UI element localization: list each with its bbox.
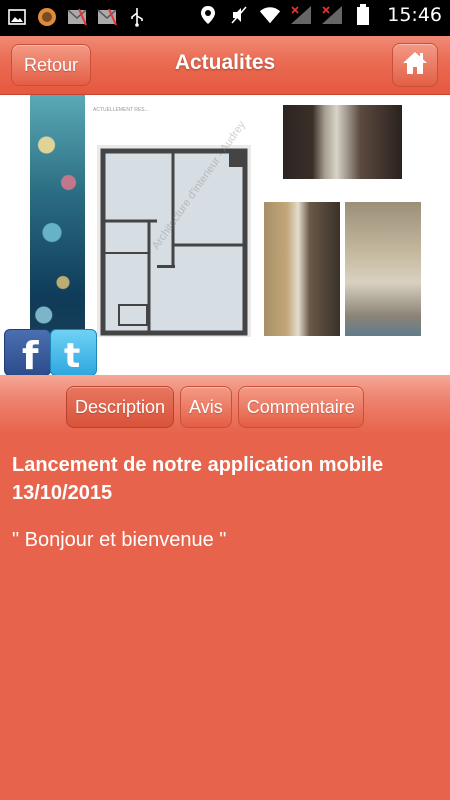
article-body: " Bonjour et bienvenue " — [12, 529, 227, 551]
mail-icon — [96, 6, 118, 28]
facebook-button[interactable]: f — [4, 329, 51, 376]
twitter-button[interactable]: t — [50, 329, 97, 376]
mute-icon — [228, 4, 250, 26]
bokeh-photo — [30, 95, 85, 345]
app-header: Retour Actualites — [0, 36, 450, 95]
room-photo — [345, 202, 421, 336]
facebook-icon: f — [5, 330, 50, 375]
signal-icon — [290, 4, 312, 26]
bedroom-photo — [283, 105, 402, 179]
home-icon — [401, 50, 429, 81]
app-icon — [36, 6, 58, 28]
notification-icons — [6, 6, 148, 28]
twitter-icon: t — [51, 330, 96, 375]
plan-caption: ACTUELLEMENT RES... — [93, 107, 149, 113]
signal-icon — [321, 4, 343, 26]
clock: 15:46 — [387, 4, 442, 26]
page-title: Actualites — [174, 51, 276, 74]
usb-icon — [126, 6, 148, 28]
system-icons: 15:46 — [197, 4, 442, 26]
tab-commentaire[interactable]: Commentaire — [237, 386, 364, 428]
battery-icon — [352, 4, 374, 26]
twitter-glyph: t — [64, 336, 80, 373]
tab-bar: Description Avis Commentaire — [66, 386, 364, 428]
article-headline: Lancement de notre application mobile 13… — [12, 454, 384, 504]
hallway-photo — [264, 202, 340, 336]
mail-icon — [66, 6, 88, 28]
tab-avis[interactable]: Avis — [180, 386, 232, 428]
wifi-icon — [259, 4, 281, 26]
home-button[interactable] — [392, 43, 438, 87]
image-icon — [6, 6, 28, 28]
floor-plan-image — [97, 145, 251, 337]
tab-description[interactable]: Description — [66, 386, 175, 428]
location-icon — [197, 4, 219, 26]
facebook-glyph: f — [22, 334, 39, 373]
status-bar: 15:46 — [0, 0, 450, 36]
article-content: Lancement de notre application mobile 13… — [12, 451, 432, 553]
